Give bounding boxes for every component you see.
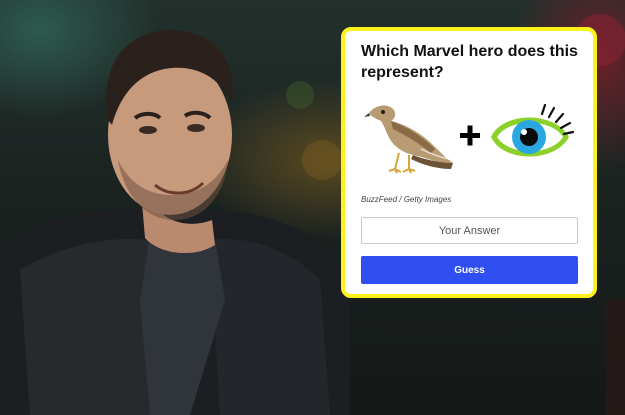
quiz-card: Which Marvel hero does this represent? B… bbox=[341, 27, 597, 298]
answer-input[interactable] bbox=[361, 217, 578, 244]
hawk-emoji bbox=[364, 105, 453, 174]
plus-sign bbox=[460, 125, 480, 146]
emoji-clue bbox=[364, 103, 575, 174]
quiz-scene: Which Marvel hero does this represent? B… bbox=[0, 0, 625, 415]
guess-button[interactable]: Guess bbox=[361, 256, 578, 284]
image-credit: BuzzFeed / Getty Images bbox=[361, 195, 452, 204]
eye-emoji bbox=[491, 103, 575, 157]
quiz-question: Which Marvel hero does this represent? bbox=[361, 43, 578, 81]
